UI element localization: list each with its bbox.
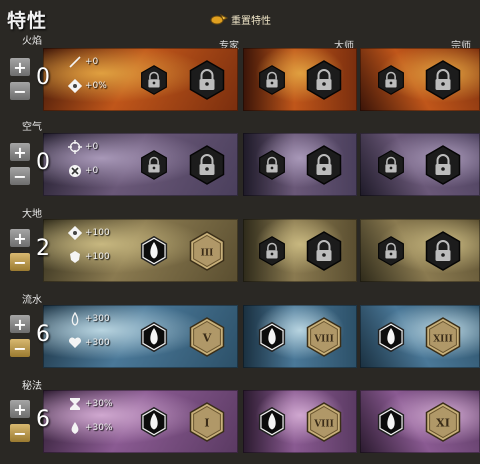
trait-points-value: 0 [36,150,50,175]
stat-bonus: +100 [68,250,110,264]
major-trait-numeral: VIII [313,335,334,345]
trait-points-value: 6 [36,407,50,432]
trait-line-row: + −2 +100 +100 III [0,218,480,283]
locked-minor-trait[interactable] [376,236,406,266]
locked-major-trait[interactable] [423,231,463,271]
add-point-button[interactable]: + [10,58,30,77]
major-trait[interactable]: VIII [304,317,344,357]
trait-points-value: 0 [36,65,50,90]
major-trait-numeral: XIII [433,335,453,345]
locked-minor-trait[interactable] [139,150,169,180]
locked-minor-trait[interactable] [257,236,287,266]
add-point-button[interactable]: + [10,229,30,248]
reset-traits-button[interactable]: 重置特性 [209,10,271,28]
locked-major-trait[interactable] [304,145,344,185]
stat-bonus-value: +100 [85,252,110,262]
major-trait[interactable]: V [187,317,227,357]
major-trait[interactable]: XIII [423,317,463,357]
major-trait-numeral: I [204,417,209,430]
stat-bonus: +30% [68,397,113,411]
toughness-icon [68,226,82,240]
minor-trait[interactable] [376,407,406,437]
trait-line-name: 火焰 [22,36,42,47]
trait-points-value: 6 [36,322,50,347]
stat-bonus: +0% [68,79,107,93]
stat-bonus: +300 [68,336,110,350]
healing-icon [71,312,79,326]
major-trait[interactable]: XI [423,402,463,442]
trait-line-name: 空气 [22,122,42,133]
minor-trait[interactable] [257,407,287,437]
major-trait-numeral: V [202,332,212,345]
remove-point-button[interactable]: − [10,339,30,358]
major-trait-numeral: XI [436,417,450,430]
remove-point-button[interactable]: − [10,82,30,101]
stat-bonus-value: +300 [85,338,110,348]
locked-minor-trait[interactable] [376,150,406,180]
locked-major-trait[interactable] [187,145,227,185]
major-trait[interactable]: I [187,402,227,442]
major-trait-numeral: III [201,249,214,259]
stat-bonus-value: +0 [85,166,99,176]
stat-bonus-value: +30% [85,399,113,409]
minor-trait[interactable] [257,322,287,352]
page-title: 特性 [7,10,48,32]
locked-major-trait[interactable] [187,60,227,100]
locked-minor-trait[interactable] [257,65,287,95]
add-point-button[interactable]: + [10,143,30,162]
major-trait[interactable]: III [187,231,227,271]
stat-bonus-value: +300 [85,314,110,324]
wand-icon [69,56,81,68]
stat-bonus-value: +0 [85,57,99,67]
trait-line-row: + −6 +30% +30% I VIII XI [0,389,480,454]
stat-bonus: +0 [68,55,98,69]
add-point-button[interactable]: + [10,315,30,334]
minor-trait[interactable] [139,407,169,437]
add-point-button[interactable]: + [10,400,30,419]
stat-bonus-value: +0 [85,142,99,152]
stat-bonus-value: +30% [85,423,113,433]
minor-trait[interactable] [376,322,406,352]
boon-duration-icon [71,422,79,434]
crit-damage-icon [68,79,82,93]
vitality-icon [70,251,80,263]
heart-icon [68,337,82,348]
stat-bonus: +0 [68,140,98,154]
stat-bonus: +300 [68,312,110,326]
minor-trait[interactable] [139,236,169,266]
major-trait[interactable]: VIII [304,402,344,442]
precision-icon [68,140,82,154]
stat-bonus: +30% [68,421,113,435]
locked-major-trait[interactable] [304,231,344,271]
reset-traits-label: 重置特性 [231,15,271,27]
remove-point-button[interactable]: − [10,424,30,443]
remove-point-button[interactable]: − [10,253,30,272]
remove-point-button[interactable]: − [10,167,30,186]
locked-major-trait[interactable] [304,60,344,100]
reset-coin-icon [210,13,229,25]
trait-line-row: + −6 +300 +300 V VIII XIII [0,304,480,369]
stat-bonus: +100 [68,226,110,240]
locked-major-trait[interactable] [423,60,463,100]
trait-points-value: 2 [36,236,50,261]
hourglass-icon [70,398,80,410]
crit-icon [69,165,81,177]
stat-bonus-value: +100 [85,228,110,238]
locked-minor-trait[interactable] [139,65,169,95]
locked-minor-trait[interactable] [257,150,287,180]
stat-bonus-value: +0% [85,81,107,91]
locked-minor-trait[interactable] [376,65,406,95]
trait-line-row: + −0 +0 +0 [0,132,480,197]
major-trait-numeral: VIII [313,420,334,430]
stat-bonus: +0 [68,164,98,178]
locked-major-trait[interactable] [423,145,463,185]
minor-trait[interactable] [139,322,169,352]
trait-line-row: + −0 +0 +0% [0,47,480,112]
